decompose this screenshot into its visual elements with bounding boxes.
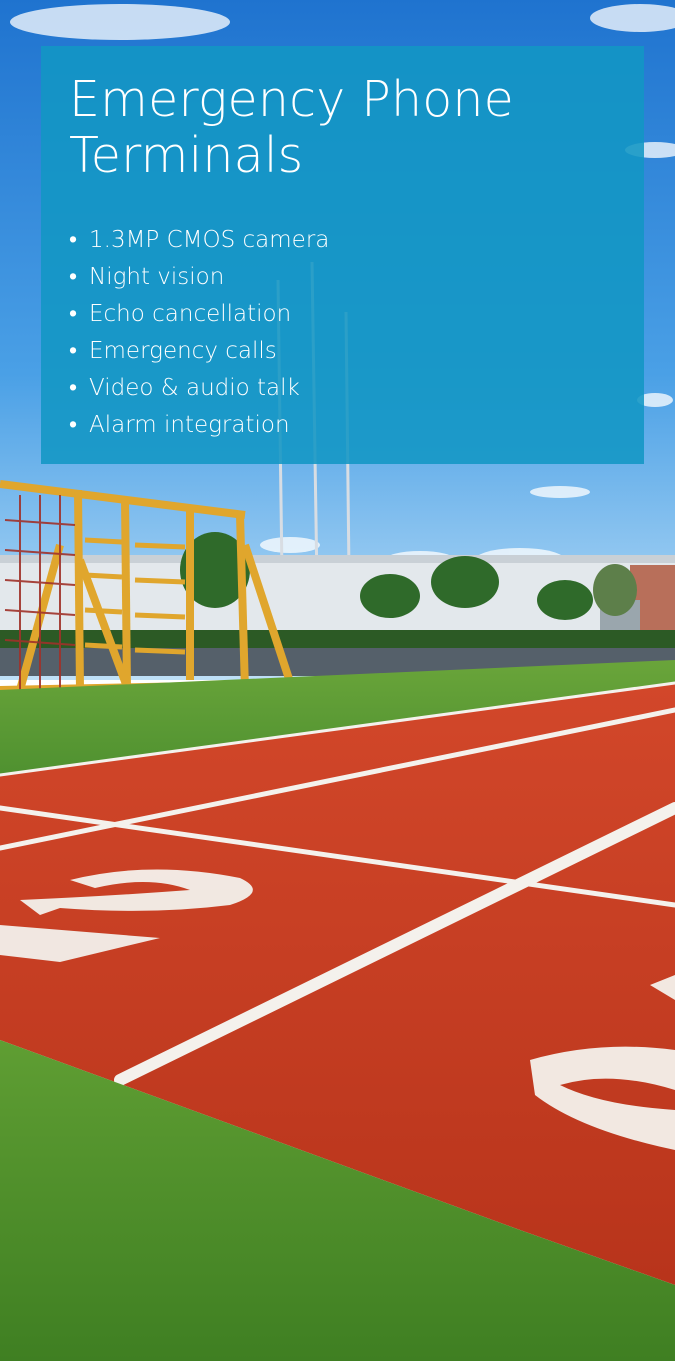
panel-title: Emergency Phone Terminals xyxy=(69,71,515,184)
feature-item-alarm-integration: Alarm integration xyxy=(69,407,616,444)
feature-panel: Emergency Phone Terminals 1.3MP CMOS cam… xyxy=(41,46,644,464)
feature-item-night-vision: Night vision xyxy=(69,259,616,296)
feature-item-camera: 1.3MP CMOS camera xyxy=(69,222,616,259)
poster: Emergency Phone Terminals 1.3MP CMOS cam… xyxy=(0,0,675,1361)
feature-item-emergency-calls: Emergency calls xyxy=(69,333,616,370)
feature-item-echo-cancellation: Echo cancellation xyxy=(69,296,616,333)
feature-list: 1.3MP CMOS camera Night vision Echo canc… xyxy=(69,222,616,444)
feature-item-video-audio-talk: Video & audio talk xyxy=(69,370,616,407)
